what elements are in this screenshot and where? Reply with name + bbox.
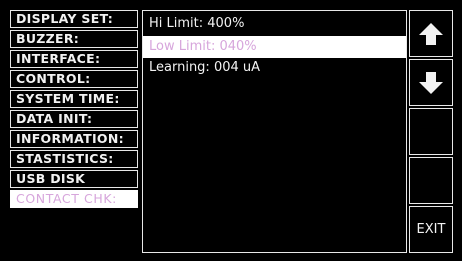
menu-item-information[interactable]: INFORMATION: bbox=[10, 130, 138, 148]
setting-row-hi-limit[interactable]: Hi Limit: 400% bbox=[143, 13, 406, 35]
up-button[interactable] bbox=[409, 10, 453, 57]
device-screen: DISPLAY SET: BUZZER: INTERFACE: CONTROL:… bbox=[0, 0, 462, 261]
arrow-up-icon bbox=[419, 22, 443, 45]
menu-item-buzzer[interactable]: BUZZER: bbox=[10, 30, 138, 48]
exit-label: EXIT bbox=[416, 222, 446, 237]
setting-row-learning[interactable]: Learning: 004 uA bbox=[143, 57, 406, 79]
menu-item-control[interactable]: CONTROL: bbox=[10, 70, 138, 88]
menu-item-data-init[interactable]: DATA INIT: bbox=[10, 110, 138, 128]
menu-item-interface[interactable]: INTERFACE: bbox=[10, 50, 138, 68]
setting-row-low-limit[interactable]: Low Limit: 040% bbox=[143, 36, 406, 58]
down-button[interactable] bbox=[409, 59, 453, 106]
soft-key-4[interactable] bbox=[409, 157, 453, 204]
exit-button[interactable]: EXIT bbox=[409, 206, 453, 253]
settings-menu: DISPLAY SET: BUZZER: INTERFACE: CONTROL:… bbox=[10, 10, 140, 253]
side-button-column: EXIT bbox=[409, 10, 453, 253]
menu-item-usb-disk[interactable]: USB DISK bbox=[10, 170, 138, 188]
soft-key-3[interactable] bbox=[409, 108, 453, 155]
arrow-down-icon bbox=[419, 71, 443, 94]
settings-panel: Hi Limit: 400% Low Limit: 040% Learning:… bbox=[142, 10, 407, 253]
menu-item-system-time[interactable]: SYSTEM TIME: bbox=[10, 90, 138, 108]
menu-item-statistics[interactable]: STASTISTICS: bbox=[10, 150, 138, 168]
menu-item-contact-chk[interactable]: CONTACT CHK: bbox=[10, 190, 138, 208]
menu-item-display-set[interactable]: DISPLAY SET: bbox=[10, 10, 138, 28]
